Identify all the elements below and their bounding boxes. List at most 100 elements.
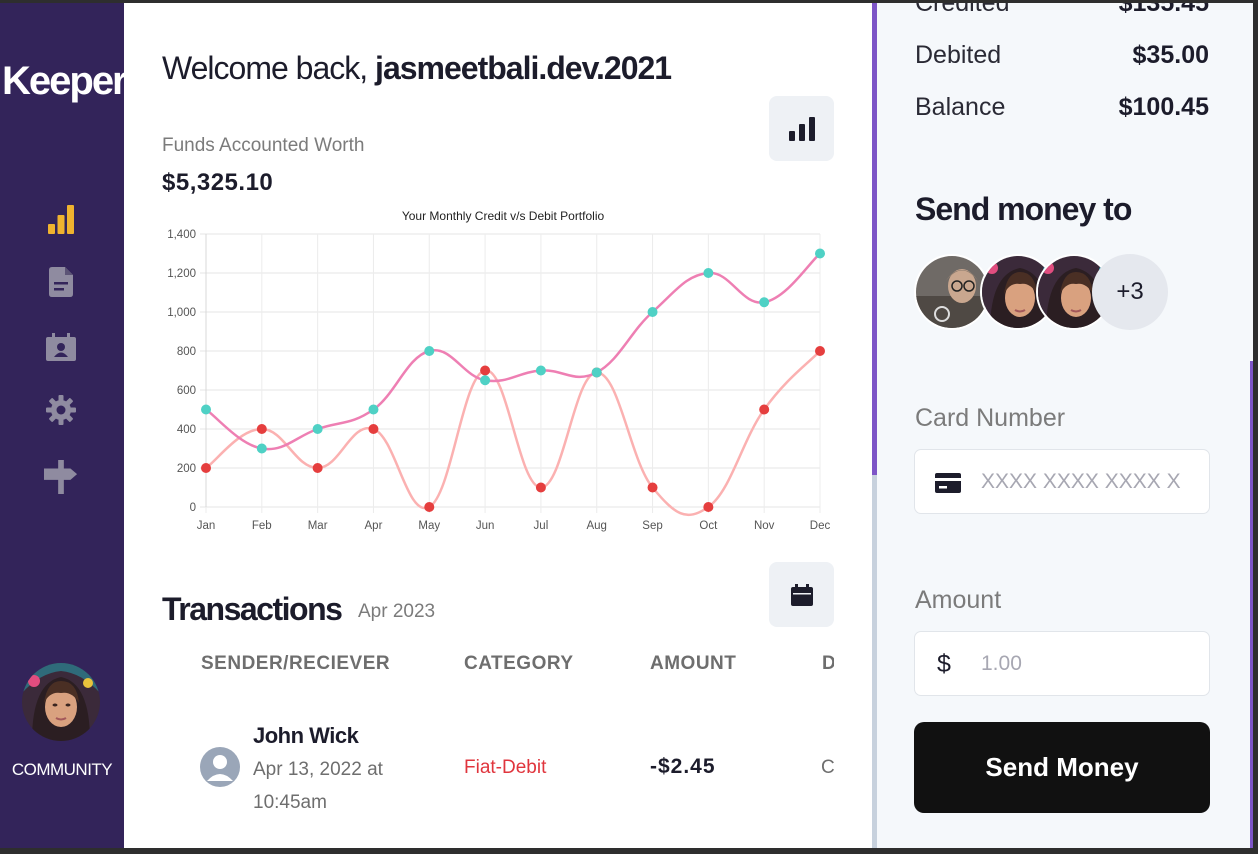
summary-value-credited: $135.45: [1118, 0, 1209, 17]
app-window: Keeper. COMMUNITY Welcome back, jasmeetb…: [0, 0, 1258, 854]
gear-icon[interactable]: [44, 393, 78, 427]
amount-input[interactable]: [981, 644, 1181, 684]
data-point-series-2: [647, 482, 658, 493]
data-point-series-2: [312, 463, 323, 473]
data-point-series-2: [535, 482, 546, 493]
data-point-series-1: [424, 346, 435, 356]
header-sender[interactable]: SENDER/RECIEVER: [201, 653, 390, 675]
x-tick-label: Sep: [642, 520, 662, 532]
y-tick-label: 1,200: [167, 268, 196, 280]
x-tick-label: Oct: [699, 520, 718, 532]
community-avatar[interactable]: [22, 663, 100, 741]
main-clip: Welcome back, jasmeetbali.dev.2021 Funds…: [124, 3, 834, 848]
x-tick-label: Jun: [476, 520, 495, 532]
header-date[interactable]: D: [822, 653, 834, 675]
data-point-series-1: [815, 248, 825, 259]
x-tick-label: May: [418, 520, 440, 532]
tx-extra: C: [821, 757, 834, 778]
series-line-2: [205, 350, 821, 517]
x-tick-label: Jan: [197, 520, 216, 532]
data-point-series-2: [256, 424, 267, 434]
data-point-series-1: [368, 404, 379, 415]
main-content: Welcome back, jasmeetbali.dev.2021 Funds…: [124, 3, 872, 848]
chart-title: Your Monthly Credit v/s Debit Portfolio: [402, 209, 605, 223]
username: jasmeetbali.dev.2021: [375, 50, 672, 86]
data-point-series-2: [759, 404, 770, 415]
amount-field[interactable]: $: [914, 631, 1210, 696]
summary-label-credited: Credited: [915, 0, 1010, 17]
funds-label: Funds Accounted Worth: [162, 135, 365, 156]
x-tick-label: Nov: [754, 520, 775, 532]
y-tick-label: 1,000: [167, 307, 196, 319]
bar-chart-icon: [788, 116, 815, 141]
tx-name: John Wick: [253, 723, 359, 748]
signpost-icon[interactable]: [44, 460, 78, 494]
x-tick-label: Aug: [586, 520, 606, 532]
summary-value-debited: $35.00: [1132, 41, 1209, 69]
data-point-series-2: [424, 502, 435, 512]
data-point-series-1: [647, 307, 658, 317]
sidebar: Keeper. COMMUNITY: [0, 3, 135, 848]
data-point-series-1: [759, 297, 770, 308]
data-point-series-2: [703, 502, 714, 512]
x-tick-label: Feb: [252, 520, 272, 532]
more-contacts-button[interactable]: +3: [1092, 254, 1168, 330]
calendar-button[interactable]: [769, 562, 834, 627]
panel-scrollbar-thumb[interactable]: [872, 3, 877, 475]
card-number-field[interactable]: [914, 449, 1210, 514]
send-money-title: Send money to: [915, 191, 1132, 227]
data-point-series-2: [480, 365, 491, 376]
summary-label-balance: Balance: [915, 93, 1006, 121]
send-money-button[interactable]: Send Money: [914, 722, 1210, 813]
x-tick-label: Dec: [810, 520, 831, 532]
window-scrollbar-thumb[interactable]: [1250, 361, 1253, 848]
y-tick-label: 200: [177, 463, 196, 475]
card-number-input[interactable]: [981, 462, 1181, 502]
data-point-series-1: [591, 367, 602, 378]
welcome-heading: Welcome back, jasmeetbali.dev.2021: [162, 50, 672, 87]
amount-label: Amount: [915, 586, 1002, 614]
user-avatar-icon: [200, 747, 240, 787]
credit-card-icon: [935, 473, 961, 493]
data-point-series-1: [480, 375, 491, 386]
data-point-series-2: [368, 424, 379, 434]
y-tick-label: 0: [190, 502, 196, 514]
portfolio-chart: Your Monthly Credit v/s Debit Portfolio 0…: [167, 209, 831, 532]
brand-logo: Keeper.: [2, 59, 135, 103]
transactions-title: Transactions: [162, 591, 343, 627]
tx-amount: -$2.45: [650, 755, 716, 778]
data-point-series-2: [815, 346, 825, 356]
x-tick-label: Mar: [308, 520, 328, 532]
x-tick-label: Jul: [534, 520, 549, 532]
contact-card-icon[interactable]: [44, 330, 78, 364]
card-number-label: Card Number: [915, 404, 1066, 432]
funds-value: $5,325.10: [162, 169, 274, 196]
welcome-prefix: Welcome back,: [162, 50, 368, 86]
header-amount[interactable]: AMOUNT: [650, 653, 736, 675]
analytics-icon[interactable]: [44, 202, 78, 236]
tx-date: Apr 13, 2022 at 10:45am: [253, 759, 383, 813]
y-tick-label: 1,400: [167, 229, 196, 241]
document-icon[interactable]: [44, 265, 78, 299]
data-point-series-1: [201, 404, 211, 415]
y-tick-label: 800: [177, 346, 196, 358]
data-point-series-1: [703, 268, 714, 278]
summary-value-balance: $100.45: [1118, 93, 1209, 121]
tx-category: Fiat-Debit: [464, 757, 547, 778]
right-panel: Credited $135.45 Debited $35.00 Balance …: [872, 3, 1253, 848]
contact-avatar-1[interactable]: [914, 254, 990, 330]
data-point-series-1: [312, 424, 323, 434]
y-tick-label: 400: [177, 424, 196, 436]
data-point-series-1: [535, 365, 546, 376]
header-category[interactable]: CATEGORY: [464, 653, 574, 675]
x-tick-label: Apr: [365, 520, 383, 532]
dollar-icon: $: [937, 650, 951, 678]
data-point-series-2: [201, 463, 211, 473]
y-tick-label: 600: [177, 385, 196, 397]
community-label[interactable]: COMMUNITY: [0, 760, 124, 780]
chart-view-button[interactable]: [769, 96, 834, 161]
summary-label-debited: Debited: [915, 41, 1002, 69]
data-point-series-1: [256, 443, 267, 454]
transactions-period: Apr 2023: [358, 601, 436, 622]
calendar-icon: [790, 583, 813, 606]
